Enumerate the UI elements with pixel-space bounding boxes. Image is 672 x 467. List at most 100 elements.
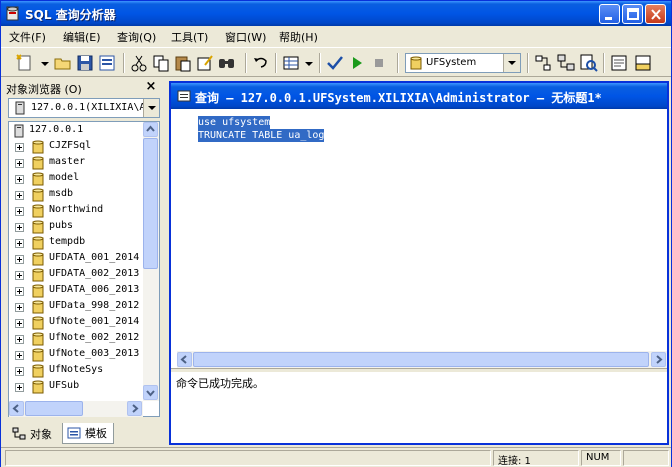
expand-plus-icon[interactable] [15,255,24,264]
expand-plus-icon[interactable] [15,335,24,344]
scroll-thumb[interactable] [25,401,83,416]
main-window: SQL 查询分析器 文件(F) 编辑(E) 查询(Q) 工具(T) 窗口(W) … [0,0,672,467]
insert-template-icon[interactable] [97,53,117,73]
parse-icon[interactable] [325,53,345,73]
database-icon [32,284,44,298]
close-button[interactable] [645,4,666,24]
clear-window-icon[interactable] [195,53,215,73]
tree-horizontal-scrollbar[interactable] [9,401,143,417]
database-select[interactable]: UFSystem [405,53,521,73]
paste-icon[interactable] [173,53,193,73]
database-icon [32,236,44,250]
new-query-dropdown-icon[interactable] [39,53,51,73]
menu-query[interactable]: 查询(Q) [117,29,156,45]
expand-plus-icon[interactable] [15,223,24,232]
cut-icon[interactable] [129,53,149,73]
find-icon[interactable] [217,53,237,73]
tree-item-database[interactable]: UFDATA_006_2013 [9,283,143,299]
tree-root-server[interactable]: 127.0.0.1 [9,123,143,139]
tree-item-database[interactable]: Northwind [9,203,143,219]
expand-plus-icon[interactable] [15,351,24,360]
database-icon [32,380,44,394]
status-bar: 连接: 1 NUM [1,447,671,467]
expand-plus-icon[interactable] [15,239,24,248]
expand-plus-icon[interactable] [15,159,24,168]
tree-item-database[interactable]: UfNote_003_2013 [9,347,143,363]
scroll-right-button[interactable] [651,352,666,367]
expand-plus-icon[interactable] [15,207,24,216]
execute-icon[interactable] [347,53,367,73]
tree-item-database[interactable]: UFDATA_002_2013 [9,267,143,283]
code-line[interactable]: use ufsystem [198,116,271,129]
results-mode-dropdown-icon[interactable] [303,53,315,73]
code-line[interactable]: TRUNCATE TABLE ua_log [198,129,325,142]
tree-item-database[interactable]: CJZFSql [9,139,143,155]
tree-item-database[interactable]: UfNote_002_2012 [9,331,143,347]
database-icon [32,332,44,346]
copy-icon[interactable] [151,53,171,73]
minimize-button[interactable] [599,4,620,24]
window-title: SQL 查询分析器 [25,8,116,22]
results-mode-icon[interactable] [281,53,301,73]
menu-tools[interactable]: 工具(T) [171,29,208,45]
expand-plus-icon[interactable] [15,271,24,280]
expand-plus-icon[interactable] [15,319,24,328]
scroll-left-button[interactable] [9,401,24,416]
expand-plus-icon[interactable] [15,367,24,376]
expand-plus-icon[interactable] [15,383,24,392]
editor-gutter [171,109,197,351]
results-pane-icon[interactable] [633,53,653,73]
open-icon[interactable] [53,53,73,73]
sql-app-icon [6,6,19,21]
stop-icon[interactable] [369,53,389,73]
show-plan-icon[interactable] [533,53,553,73]
maximize-button[interactable] [622,4,643,24]
scroll-down-button[interactable] [143,385,158,400]
object-browser-close-icon[interactable]: × [143,79,159,94]
tree-item-database[interactable]: UfNoteSys [9,363,143,379]
tree-item-database[interactable]: UfNote_001_2014 [9,315,143,331]
save-icon[interactable] [75,53,95,73]
menu-window[interactable]: 窗口(W) [225,29,266,45]
tree-item-database[interactable]: master [9,155,143,171]
toolbar: UFSystem [1,47,671,77]
scroll-left-button[interactable] [177,352,192,367]
scroll-up-button[interactable] [143,122,158,137]
title-bar[interactable]: SQL 查询分析器 [1,1,671,26]
scroll-thumb[interactable] [193,352,649,367]
object-browser-icon[interactable] [556,53,576,73]
sql-editor[interactable]: use ufsystem TRUNCATE TABLE ua_log [171,109,667,351]
undo-icon[interactable] [251,53,271,73]
query-window-title-bar[interactable]: 查询 — 127.0.0.1.UFSystem.XILIXIA\Administ… [171,83,667,109]
tree-item-database[interactable]: msdb [9,187,143,203]
server-select[interactable]: 127.0.0.1(XILIXIA\A [8,98,160,118]
tab-objects[interactable]: 对象 [8,423,60,444]
menu-help[interactable]: 帮助(H) [279,29,318,45]
server-dropdown-button[interactable] [143,99,159,117]
expand-plus-icon[interactable] [15,143,24,152]
database-dropdown-button[interactable] [503,54,520,72]
object-search-icon[interactable] [579,53,599,73]
scroll-thumb[interactable] [143,138,158,269]
expand-plus-icon[interactable] [15,287,24,296]
expand-plus-icon[interactable] [15,191,24,200]
menu-file[interactable]: 文件(F) [9,29,46,45]
new-query-icon[interactable] [15,53,35,73]
properties-icon[interactable] [609,53,629,73]
scroll-right-button[interactable] [127,401,142,416]
tree-item-database[interactable]: model [9,171,143,187]
expand-plus-icon[interactable] [15,303,24,312]
menu-edit[interactable]: 编辑(E) [63,29,101,45]
tree-item-database[interactable]: UFSub [9,379,143,395]
tree-vertical-scrollbar[interactable] [143,122,159,401]
editor-horizontal-scrollbar[interactable] [177,351,667,368]
database-icon [32,220,44,234]
tree-item-database[interactable]: pubs [9,219,143,235]
tree-item-database[interactable]: UFDATA_001_2014 [9,251,143,267]
expand-plus-icon[interactable] [15,175,24,184]
tree-item-database[interactable]: UFData_998_2012 [9,299,143,315]
tree-item-database[interactable]: tempdb [9,235,143,251]
database-icon [32,204,44,218]
tab-templates[interactable]: 模板 [62,423,114,444]
menu-bar: 文件(F) 编辑(E) 查询(Q) 工具(T) 窗口(W) 帮助(H) [1,26,671,46]
